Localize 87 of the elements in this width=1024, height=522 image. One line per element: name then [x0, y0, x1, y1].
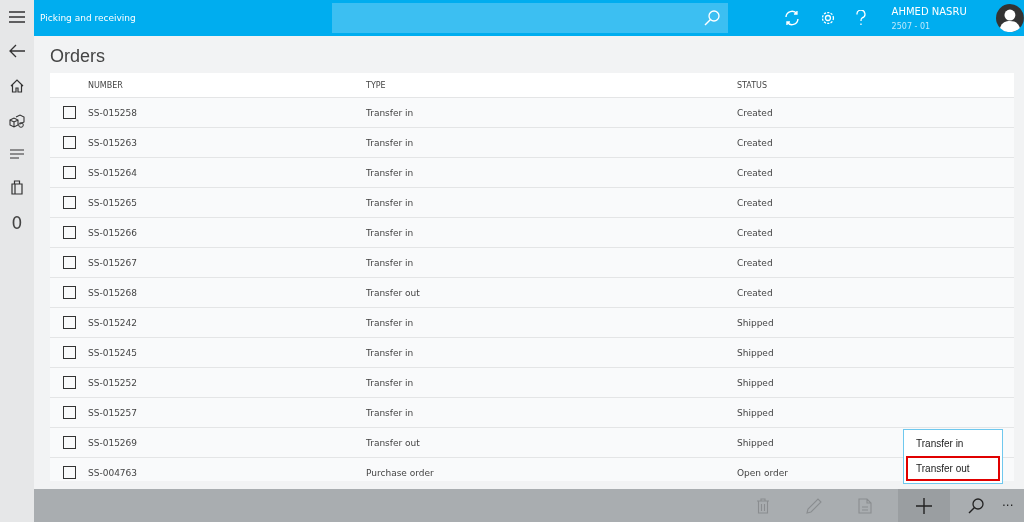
bag-icon[interactable]: [11, 180, 23, 195]
table-cell: Created: [737, 167, 773, 178]
home-icon[interactable]: [10, 79, 24, 93]
table-cell-text: Transfer in: [366, 377, 415, 388]
table-cell: Created: [737, 197, 773, 208]
add-button[interactable]: [898, 489, 950, 522]
table-cell-text: SS-015267: [88, 257, 139, 268]
table-cell-text: SS-015258: [88, 107, 139, 118]
page-title: Orders: [50, 45, 106, 68]
column-header: TYPE: [366, 80, 387, 90]
table-row[interactable]: SS-015258 Transfer in Created: [50, 98, 1014, 128]
search-icon[interactable]: [968, 497, 984, 514]
user-code: 2507 - 01: [891, 21, 932, 31]
table-cell: Shipped: [737, 347, 774, 358]
app-title: Picking and receiving: [40, 13, 137, 23]
table-cell: Created: [737, 257, 773, 268]
table-cell-text: SS-015268: [88, 287, 139, 298]
table-cell-text: SS-015245: [88, 347, 139, 358]
table-row[interactable]: SS-015252 Transfer in Shipped: [50, 368, 1014, 398]
checkbox[interactable]: [62, 466, 76, 479]
checkbox[interactable]: [62, 196, 76, 209]
checkbox[interactable]: [62, 436, 76, 449]
table-cell-text: Transfer out: [366, 437, 421, 448]
table-cell-text: Transfer in: [366, 197, 415, 208]
table-cell: Open order: [737, 467, 788, 478]
boxes-icon[interactable]: [9, 114, 25, 128]
table-cell-text: Transfer in: [366, 227, 415, 238]
table-row[interactable]: SS-015265 Transfer in Created: [50, 188, 1014, 218]
table-cell: Created: [737, 287, 773, 298]
checkbox[interactable]: [62, 376, 76, 389]
table-cell-text: SS-015257: [88, 407, 139, 418]
table-cell-text: Transfer in: [366, 107, 415, 118]
table-cell-text: Transfer in: [366, 167, 415, 178]
table-cell-text: SS-015242: [88, 317, 139, 328]
checkbox[interactable]: [62, 226, 76, 239]
column-header: NUMBER: [88, 80, 124, 90]
table-cell: Created: [737, 137, 773, 148]
checkbox[interactable]: [62, 136, 76, 149]
column-header: STATUS: [737, 80, 767, 90]
checkbox[interactable]: [62, 166, 76, 179]
checkbox[interactable]: [62, 406, 76, 419]
table-cell-text: SS-015266: [88, 227, 139, 238]
table-cell-text: Purchase order: [366, 467, 435, 478]
table-row[interactable]: SS-015245 Transfer in Shipped: [50, 338, 1014, 368]
checkbox[interactable]: [62, 286, 76, 299]
back-arrow-icon[interactable]: [9, 44, 25, 58]
checkbox[interactable]: [62, 256, 76, 269]
table-cell: Shipped: [737, 317, 774, 328]
table-cell: Shipped: [737, 407, 774, 418]
table-cell-text: Transfer in: [366, 257, 415, 268]
table-row[interactable]: SS-015266 Transfer in Created: [50, 218, 1014, 248]
refresh-icon[interactable]: [783, 10, 800, 26]
table-cell: Created: [737, 107, 773, 118]
table-cell-text: Transfer in: [366, 317, 415, 328]
table-cell-text: Transfer out: [366, 287, 421, 298]
table-row[interactable]: SS-015264 Transfer in Created: [50, 158, 1014, 188]
table-cell: Created: [737, 227, 773, 238]
avatar-icon[interactable]: [996, 4, 1024, 32]
user-name: AHMED NASRU: [891, 5, 968, 17]
menu-item[interactable]: Transfer in: [906, 431, 1000, 456]
table-cell-text: SS-015269: [88, 437, 139, 448]
checkbox[interactable]: [62, 316, 76, 329]
list-icon[interactable]: [10, 149, 24, 159]
table-row[interactable]: SS-015268 Transfer out Created: [50, 278, 1014, 308]
table-cell: Shipped: [737, 437, 774, 448]
settings-icon[interactable]: [819, 10, 836, 26]
table-cell: Shipped: [737, 377, 774, 388]
table-cell-text: SS-015252: [88, 377, 139, 388]
table-row[interactable]: SS-015267 Transfer in Created: [50, 248, 1014, 278]
table-cell-text: Transfer in: [366, 137, 415, 148]
menu-item[interactable]: Transfer out: [906, 456, 1000, 481]
table-cell-text: Transfer in: [366, 407, 415, 418]
table-row[interactable]: SS-015257 Transfer in Shipped: [50, 398, 1014, 428]
table-cell-text: SS-015264: [88, 167, 139, 178]
table-row[interactable]: SS-015242 Transfer in Shipped: [50, 308, 1014, 338]
table-cell-text: SS-015265: [88, 197, 139, 208]
more-button[interactable]: ···: [1002, 498, 1024, 513]
plus-icon: [916, 497, 932, 514]
table-cell-text: SS-015263: [88, 137, 139, 148]
table-cell-text: SS-004763: [88, 467, 139, 478]
checkbox[interactable]: [62, 106, 76, 119]
checkbox[interactable]: [62, 346, 76, 359]
table-row[interactable]: SS-015263 Transfer in Created: [50, 128, 1014, 158]
search-field[interactable]: [331, 3, 728, 33]
menu-icon[interactable]: [9, 11, 25, 23]
table-cell-text: Transfer in: [366, 347, 415, 358]
count-label: 0: [11, 214, 23, 232]
